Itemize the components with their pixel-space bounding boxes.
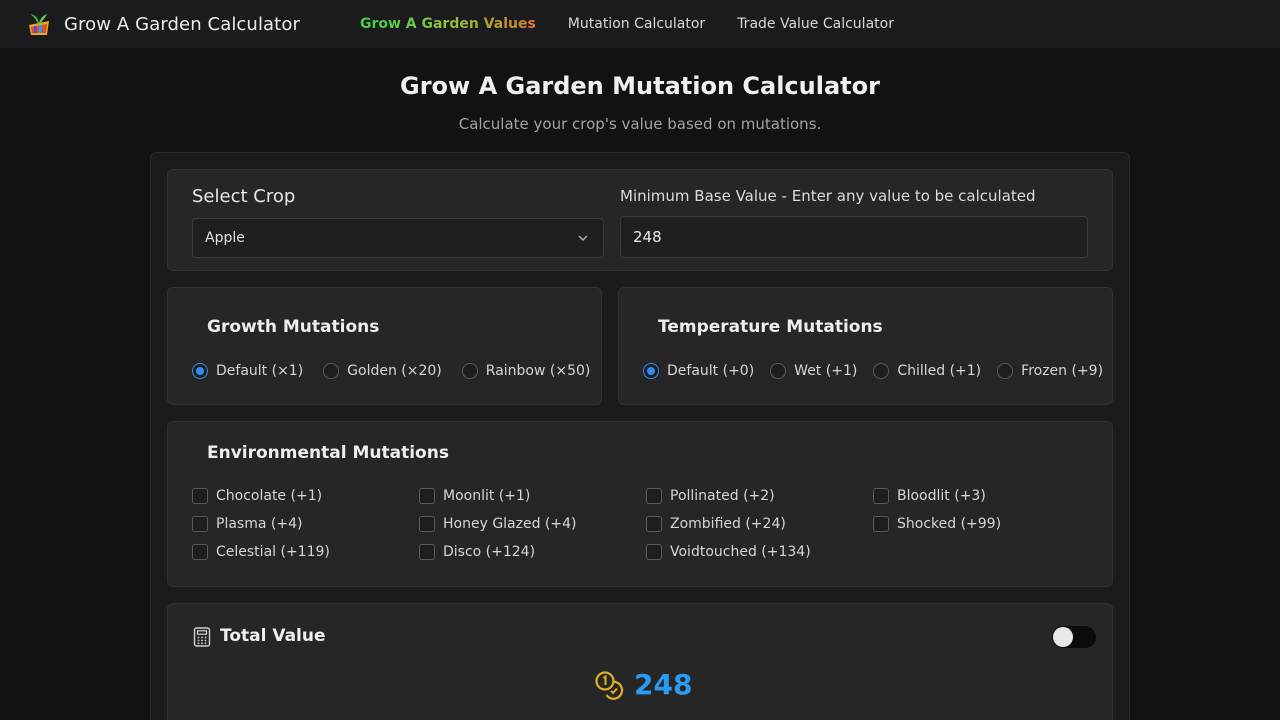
checkbox[interactable] — [192, 516, 208, 532]
env-option-pollinated[interactable]: Pollinated (+2) — [646, 488, 873, 504]
checkbox[interactable] — [419, 516, 435, 532]
page-subtitle: Calculate your crop's value based on mut… — [458, 115, 822, 133]
env-option-zombified[interactable]: Zombified (+24) — [646, 516, 873, 532]
temp-option-label: Frozen (+9) — [1021, 363, 1104, 379]
crop-card: Select Crop Apple Minimum Base Value - E… — [167, 169, 1113, 271]
top-navbar: Grow A Garden Calculator Grow A Garden V… — [0, 0, 1280, 48]
radio-unselected[interactable] — [873, 363, 890, 379]
growth-options: Default (×1) Golden (×20) Rainbow (×50) — [192, 363, 590, 379]
growth-option-golden[interactable]: Golden (×20) — [323, 363, 442, 379]
env-option-honey-glazed[interactable]: Honey Glazed (+4) — [419, 516, 646, 532]
calculator-container: Select Crop Apple Minimum Base Value - E… — [150, 152, 1130, 720]
radio-unselected[interactable] — [323, 363, 340, 379]
temperature-options: Default (+0) Wet (+1) Chilled (+1) Froze… — [643, 363, 1103, 379]
chevron-down-icon — [578, 235, 588, 241]
total-value-card: Total Value 248 — [167, 603, 1113, 720]
env-option-moonlit[interactable]: Moonlit (+1) — [419, 488, 646, 504]
brand[interactable]: Grow A Garden Calculator — [26, 11, 300, 37]
temperature-mutations-title: Temperature Mutations — [658, 317, 883, 337]
garden-logo-icon — [29, 14, 49, 35]
nav-values[interactable]: Grow A Garden Values — [360, 16, 536, 32]
env-option-label: Disco (+124) — [443, 544, 536, 560]
temperature-mutations-card: Temperature Mutations Default (+0) Wet (… — [618, 287, 1113, 405]
toggle-knob — [1053, 627, 1073, 647]
env-option-shocked[interactable]: Shocked (+99) — [873, 516, 1073, 532]
temp-option-label: Default (+0) — [667, 363, 755, 379]
growth-option-label: Golden (×20) — [347, 363, 442, 379]
env-option-label: Celestial (+119) — [216, 544, 330, 560]
radio-unselected[interactable] — [461, 363, 478, 379]
env-option-label: Pollinated (+2) — [670, 488, 775, 504]
app-title: Grow A Garden Calculator — [64, 13, 300, 35]
environmental-options: Chocolate (+1) Moonlit (+1) Pollinated (… — [192, 488, 1092, 560]
checkbox[interactable] — [192, 544, 208, 560]
env-option-label: Plasma (+4) — [216, 516, 303, 532]
env-option-label: Moonlit (+1) — [443, 488, 531, 504]
checkbox[interactable] — [873, 488, 889, 504]
radio-selected[interactable] — [643, 363, 659, 379]
total-value-display: 248 — [594, 668, 692, 701]
env-option-bloodlit[interactable]: Bloodlit (+3) — [873, 488, 1073, 504]
temp-option-chilled[interactable]: Chilled (+1) — [873, 363, 981, 379]
nav-mutation-calculator[interactable]: Mutation Calculator — [568, 16, 705, 32]
env-option-disco[interactable]: Disco (+124) — [419, 544, 646, 560]
total-value-toggle[interactable] — [1052, 626, 1096, 648]
radio-selected[interactable] — [192, 363, 208, 379]
temp-option-label: Chilled (+1) — [897, 363, 982, 379]
environmental-mutations-title: Environmental Mutations — [207, 443, 449, 463]
crop-select-value: Apple — [205, 230, 245, 246]
page-title: Grow A Garden Mutation Calculator — [400, 72, 880, 100]
env-option-label: Zombified (+24) — [670, 516, 786, 532]
base-value-label: Minimum Base Value - Enter any value to … — [620, 187, 1036, 205]
calculator-icon — [193, 627, 211, 647]
growth-option-rainbow[interactable]: Rainbow (×50) — [461, 363, 591, 379]
temp-option-label: Wet (+1) — [794, 363, 858, 379]
checkbox[interactable] — [646, 488, 662, 504]
env-option-chocolate[interactable]: Chocolate (+1) — [192, 488, 419, 504]
checkbox[interactable] — [419, 488, 435, 504]
checkbox[interactable] — [419, 544, 435, 560]
checkbox[interactable] — [646, 516, 662, 532]
total-value-number: 248 — [634, 668, 693, 701]
nav-trade-value-calculator[interactable]: Trade Value Calculator — [737, 16, 894, 32]
env-option-label: Shocked (+99) — [897, 516, 1002, 532]
base-value-input[interactable] — [620, 216, 1088, 258]
env-option-label: Honey Glazed (+4) — [443, 516, 577, 532]
total-value-title: Total Value — [220, 626, 326, 646]
temp-option-wet[interactable]: Wet (+1) — [770, 363, 857, 379]
growth-option-default[interactable]: Default (×1) — [192, 363, 303, 379]
growth-option-label: Rainbow (×50) — [485, 363, 591, 379]
env-option-celestial[interactable]: Celestial (+119) — [192, 544, 419, 560]
env-option-label: Chocolate (+1) — [216, 488, 323, 504]
radio-unselected[interactable] — [770, 363, 787, 379]
growth-mutations-title: Growth Mutations — [207, 317, 380, 337]
temp-option-frozen[interactable]: Frozen (+9) — [997, 363, 1103, 379]
env-option-plasma[interactable]: Plasma (+4) — [192, 516, 419, 532]
env-option-label: Bloodlit (+3) — [897, 488, 986, 504]
radio-unselected[interactable] — [997, 363, 1014, 379]
checkbox[interactable] — [873, 516, 889, 532]
growth-option-label: Default (×1) — [216, 363, 304, 379]
crop-select[interactable]: Apple — [192, 218, 604, 258]
select-crop-label: Select Crop — [192, 186, 296, 207]
temp-option-default[interactable]: Default (+0) — [643, 363, 754, 379]
main-nav: Grow A Garden Values Mutation Calculator… — [360, 16, 926, 32]
checkbox[interactable] — [646, 544, 662, 560]
env-option-voidtouched[interactable]: Voidtouched (+134) — [646, 544, 873, 560]
growth-mutations-card: Growth Mutations Default (×1) Golden (×2… — [167, 287, 602, 405]
checkbox[interactable] — [192, 488, 208, 504]
environmental-mutations-card: Environmental Mutations Chocolate (+1) M… — [167, 421, 1113, 587]
coins-icon — [595, 670, 624, 700]
env-option-label: Voidtouched (+134) — [670, 544, 811, 560]
